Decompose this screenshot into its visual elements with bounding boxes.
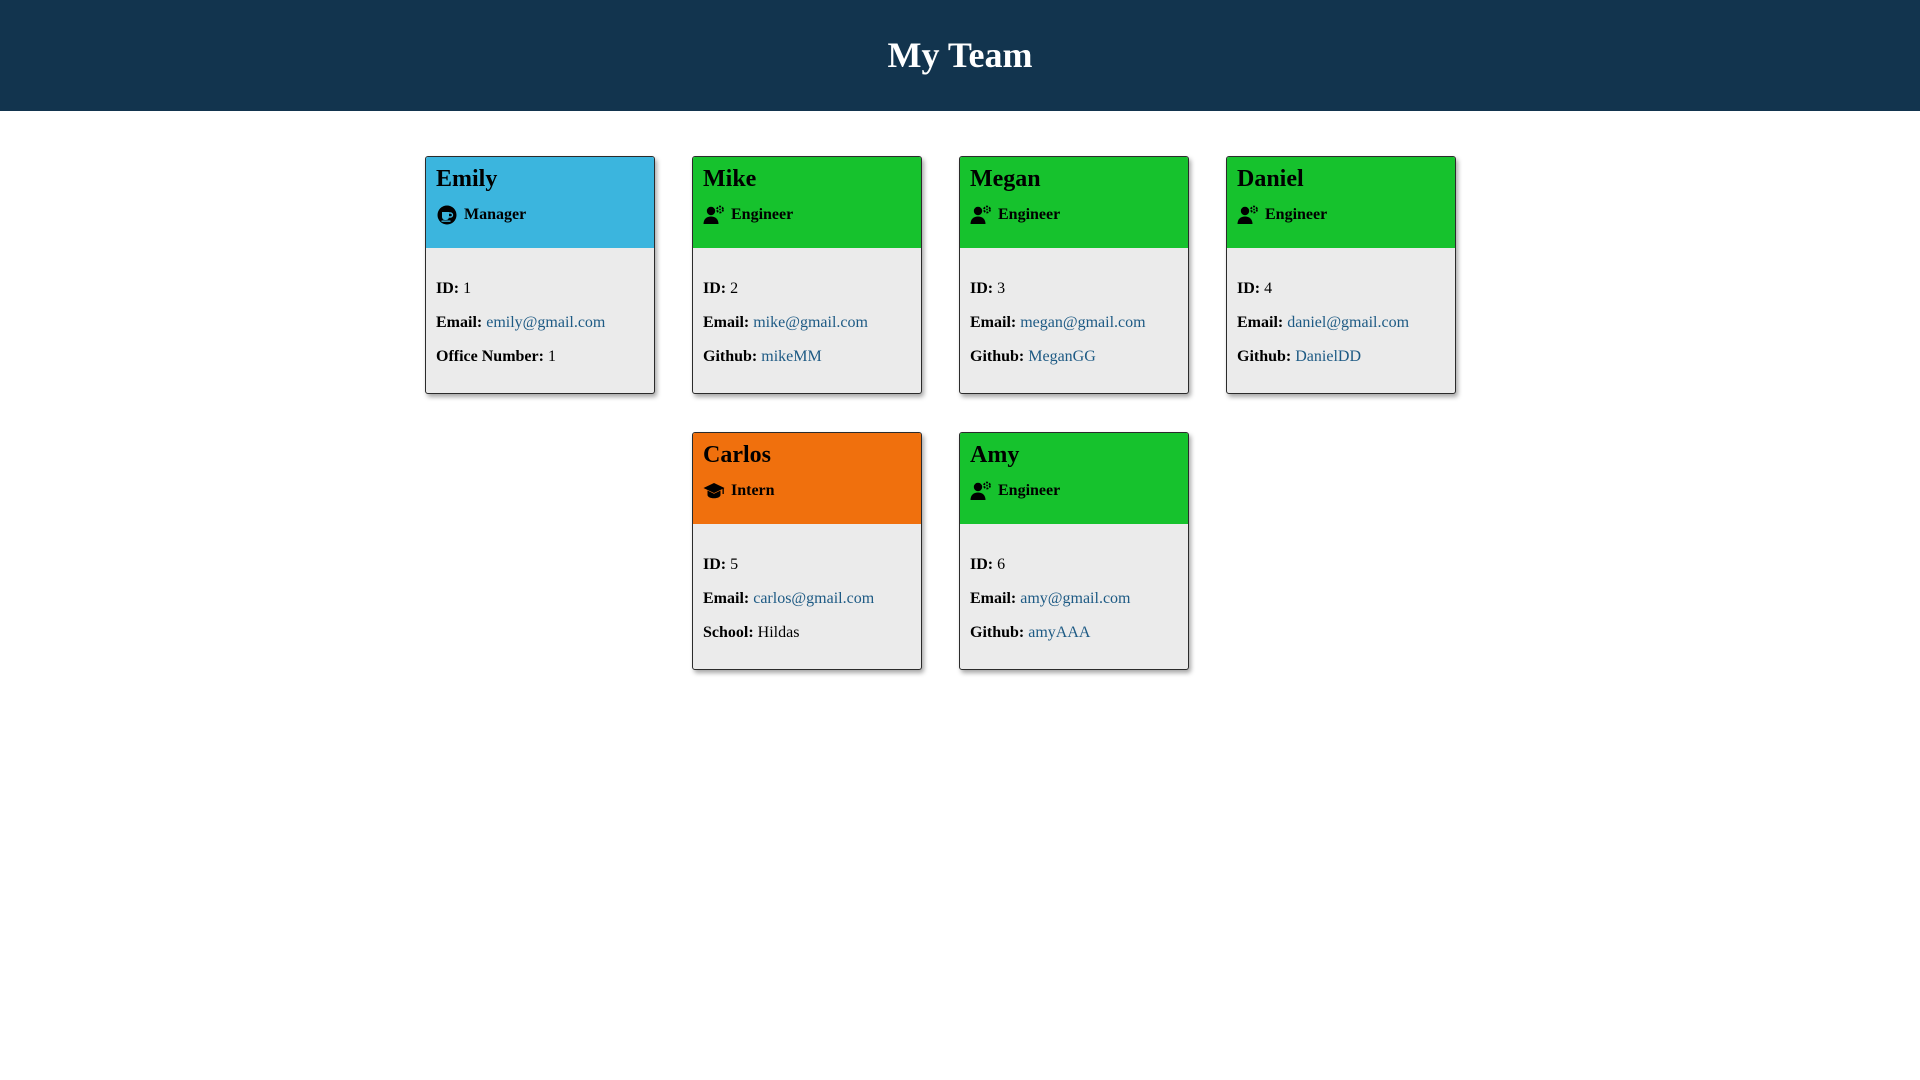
id-value: 4: [1264, 280, 1273, 297]
email-label: Email:: [970, 590, 1017, 607]
email-label: Email:: [970, 314, 1017, 331]
coffee-mug-icon: [436, 205, 458, 225]
email-label: Email:: [703, 590, 750, 607]
role-label: Manager: [464, 206, 527, 223]
card-header: Megan Engineer: [960, 157, 1188, 248]
id-label: ID:: [703, 280, 727, 297]
email-link[interactable]: emily@gmail.com: [486, 314, 605, 331]
role-label: Intern: [731, 482, 775, 499]
github-row: Github: mikeMM: [703, 348, 911, 366]
employee-role: Manager: [436, 205, 644, 225]
github-link[interactable]: MeganGG: [1028, 348, 1096, 365]
graduation-cap-icon: [703, 481, 725, 501]
email-link[interactable]: daniel@gmail.com: [1287, 314, 1409, 331]
id-label: ID:: [703, 556, 727, 573]
employee-name: Carlos: [703, 442, 771, 468]
email-label: Email:: [703, 314, 750, 331]
id-value: 1: [463, 280, 472, 297]
user-gear-icon: [1237, 205, 1259, 225]
role-label: Engineer: [998, 482, 1061, 499]
employee-role: Engineer: [970, 205, 1178, 225]
employee-name: Amy: [970, 442, 1020, 468]
card-body: ID: 3 Email: megan@gmail.com Github: Meg…: [960, 248, 1188, 366]
github-row: Github: amyAAA: [970, 624, 1178, 642]
id-value: 5: [730, 556, 739, 573]
id-value: 6: [997, 556, 1006, 573]
github-link[interactable]: amyAAA: [1028, 624, 1090, 641]
user-gear-icon: [703, 205, 725, 225]
email-link[interactable]: amy@gmail.com: [1020, 590, 1130, 607]
id-label: ID:: [436, 280, 460, 297]
github-link[interactable]: mikeMM: [761, 348, 821, 365]
id-label: ID:: [970, 556, 994, 573]
page-header: My Team: [0, 0, 1920, 111]
user-gear-icon: [970, 205, 992, 225]
card-body: ID: 1 Email: emily@gmail.com Office Numb…: [426, 248, 654, 366]
employee-card-megan: Megan Engineer ID: 3 Email: megan@gmail.…: [959, 156, 1189, 394]
card-header: Carlos Intern: [693, 433, 921, 524]
card-body: ID: 4 Email: daniel@gmail.com Github: Da…: [1227, 248, 1455, 366]
employee-card-emily: Emily Manager ID: 1 Email: emily@gmail.c…: [425, 156, 655, 394]
employee-role: Engineer: [970, 481, 1178, 501]
id-row: ID: 6: [970, 556, 1178, 574]
email-label: Email:: [1237, 314, 1284, 331]
id-value: 3: [997, 280, 1006, 297]
email-link[interactable]: megan@gmail.com: [1020, 314, 1145, 331]
card-header: Daniel Engineer: [1227, 157, 1455, 248]
email-row: Email: emily@gmail.com: [436, 314, 644, 332]
email-row: Email: mike@gmail.com: [703, 314, 911, 332]
github-row: Github: MeganGG: [970, 348, 1178, 366]
team-cards: Emily Manager ID: 1 Email: emily@gmail.c…: [0, 111, 1920, 1080]
employee-name: Megan: [970, 166, 1041, 192]
school-label: School:: [703, 624, 754, 641]
id-row: ID: 4: [1237, 280, 1445, 298]
employee-card-carlos: Carlos Intern ID: 5 Email: carlos@gmail.…: [692, 432, 922, 670]
card-body: ID: 6 Email: amy@gmail.com Github: amyAA…: [960, 524, 1188, 642]
page-title: My Team: [887, 34, 1033, 75]
employee-role: Intern: [703, 481, 911, 501]
email-row: Email: daniel@gmail.com: [1237, 314, 1445, 332]
employee-card-mike: Mike Engineer ID: 2 Email: mike@gmail.co…: [692, 156, 922, 394]
card-body: ID: 2 Email: mike@gmail.com Github: mike…: [693, 248, 921, 366]
employee-card-daniel: Daniel Engineer ID: 4 Email: daniel@gmai…: [1226, 156, 1456, 394]
role-label: Engineer: [998, 206, 1061, 223]
email-row: Email: carlos@gmail.com: [703, 590, 911, 608]
github-label: Github:: [703, 348, 758, 365]
github-label: Github:: [970, 348, 1025, 365]
school-row: School: Hildas: [703, 624, 911, 642]
email-link[interactable]: mike@gmail.com: [753, 314, 868, 331]
office-number-label: Office Number:: [436, 348, 544, 365]
office-number-row: Office Number: 1: [436, 348, 644, 366]
office-number-value: 1: [547, 348, 556, 365]
github-label: Github:: [1237, 348, 1292, 365]
employee-name: Emily: [436, 166, 498, 192]
card-header: Emily Manager: [426, 157, 654, 248]
employee-card-amy: Amy Engineer ID: 6 Email: amy@gmail.com …: [959, 432, 1189, 670]
github-link[interactable]: DanielDD: [1295, 348, 1361, 365]
id-row: ID: 2: [703, 280, 911, 298]
employee-role: Engineer: [1237, 205, 1445, 225]
email-row: Email: amy@gmail.com: [970, 590, 1178, 608]
card-header: Mike Engineer: [693, 157, 921, 248]
email-row: Email: megan@gmail.com: [970, 314, 1178, 332]
user-gear-icon: [970, 481, 992, 501]
id-label: ID:: [970, 280, 994, 297]
id-row: ID: 1: [436, 280, 644, 298]
school-value: Hildas: [757, 624, 800, 641]
id-row: ID: 5: [703, 556, 911, 574]
id-row: ID: 3: [970, 280, 1178, 298]
card-body: ID: 5 Email: carlos@gmail.com School: Hi…: [693, 524, 921, 642]
github-label: Github:: [970, 624, 1025, 641]
employee-name: Mike: [703, 166, 757, 192]
employee-role: Engineer: [703, 205, 911, 225]
id-label: ID:: [1237, 280, 1261, 297]
role-label: Engineer: [731, 206, 794, 223]
email-label: Email:: [436, 314, 483, 331]
github-row: Github: DanielDD: [1237, 348, 1445, 366]
role-label: Engineer: [1265, 206, 1328, 223]
id-value: 2: [730, 280, 739, 297]
email-link[interactable]: carlos@gmail.com: [753, 590, 874, 607]
employee-name: Daniel: [1237, 166, 1304, 192]
card-header: Amy Engineer: [960, 433, 1188, 524]
